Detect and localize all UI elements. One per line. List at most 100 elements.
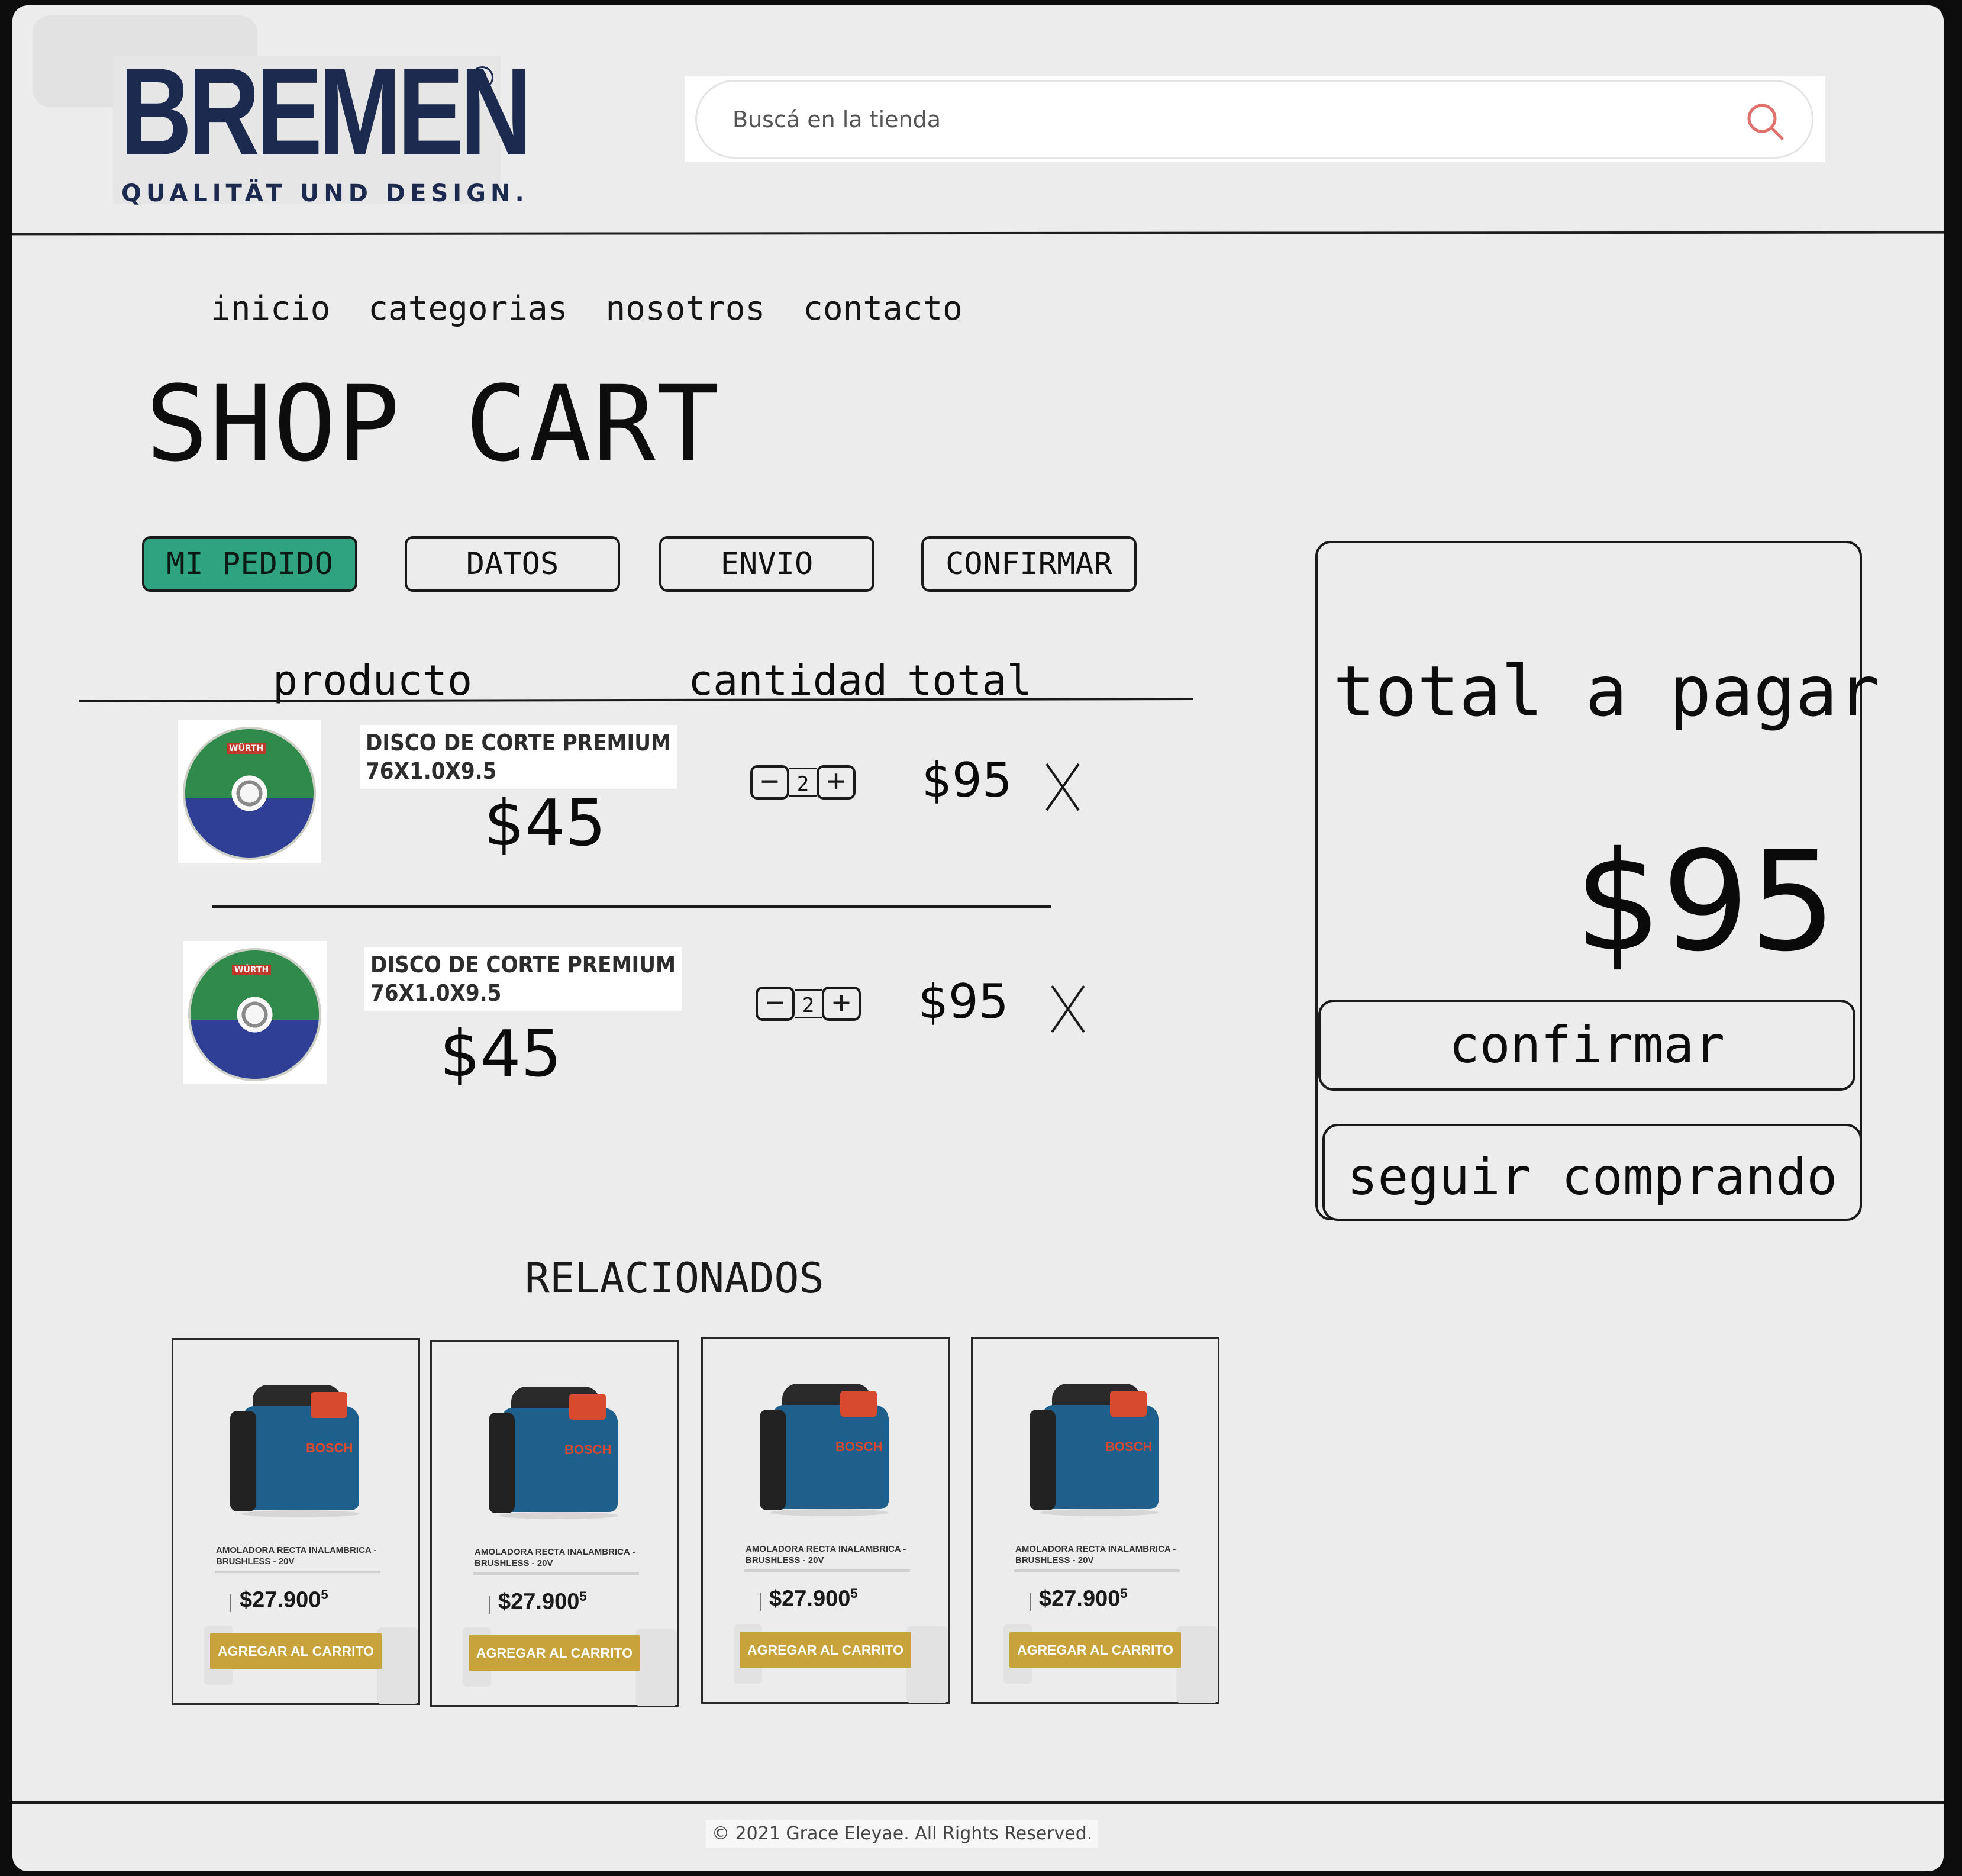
minus-icon: −	[766, 985, 785, 1020]
thumb-brand-label: WÜRTH	[232, 965, 272, 975]
card-price-cents: 5	[579, 1589, 587, 1604]
card-divider	[1014, 1569, 1180, 1572]
card-price-value: $27.900	[498, 1589, 580, 1614]
card-price: $27.9005	[760, 1586, 858, 1612]
product-card: BOSCH AMOLADORA RECTA INALAMBRICA - BRUS…	[172, 1338, 420, 1705]
nav-item-inicio[interactable]: inicio	[211, 289, 330, 328]
add-to-cart-button[interactable]: AGREGAR AL CARRITO	[469, 1635, 640, 1671]
product-name[interactable]: DISCO DE CORTE PREMIUM 76X1.0X9.5	[364, 947, 682, 1011]
card-divider	[215, 1571, 380, 1573]
product-card: BOSCH AMOLADORA RECTA INALAMBRICA - BRUS…	[701, 1337, 950, 1704]
carousel-next-arrow[interactable]	[377, 1627, 418, 1704]
line-total: $95	[922, 753, 1012, 808]
tool-brand-label: BOSCH	[564, 1442, 612, 1457]
step-confirmar[interactable]: CONFIRMAR	[921, 536, 1137, 592]
product-name-line2: 76X1.0X9.5	[366, 758, 497, 784]
card-price-value: $27.900	[1039, 1586, 1121, 1611]
plus-icon: +	[832, 985, 851, 1020]
nav-item-categorias[interactable]: categorias	[368, 289, 567, 328]
card-product-name[interactable]: AMOLADORA RECTA INALAMBRICA - BRUSHLESS …	[746, 1543, 911, 1566]
product-thumbnail[interactable]: WÜRTH	[178, 720, 321, 863]
order-total-amount: $95	[1574, 822, 1837, 982]
product-name-line2: 76X1.0X9.5	[370, 980, 502, 1006]
product-unit-price: $45	[484, 786, 606, 860]
step-envio[interactable]: ENVIO	[659, 536, 874, 592]
cart-row-divider	[212, 905, 1051, 908]
decrement-button[interactable]: −	[750, 765, 789, 800]
column-header-quantity: cantidad	[688, 656, 888, 705]
product-thumbnail[interactable]: WÜRTH	[183, 941, 327, 1084]
product-name[interactable]: DISCO DE CORTE PREMIUM 76X1.0X9.5	[360, 725, 677, 789]
close-icon[interactable]	[1047, 982, 1089, 1036]
quantity-stepper: − 2 +	[756, 987, 861, 1021]
page-title: SHOP CART	[146, 363, 721, 485]
brand-tagline: QUALITÄT UND DESIGN.	[121, 180, 529, 207]
tool-brand-label: BOSCH	[835, 1439, 883, 1454]
card-price: $27.9005	[489, 1589, 587, 1615]
card-product-name[interactable]: AMOLADORA RECTA INALAMBRICA - BRUSHLESS …	[1015, 1543, 1181, 1566]
search-field	[695, 80, 1813, 159]
thumb-brand-label: WÜRTH	[227, 743, 266, 754]
card-product-name[interactable]: AMOLADORA RECTA INALAMBRICA - BRUSHLESS …	[475, 1546, 640, 1569]
quantity-value: 2	[789, 768, 817, 797]
card-price-value: $27.900	[240, 1587, 321, 1613]
carousel-next-arrow[interactable]	[906, 1626, 948, 1703]
product-name-line1: DISCO DE CORTE PREMIUM	[370, 952, 676, 978]
footer-divider	[12, 1801, 1944, 1804]
header-divider	[12, 231, 1944, 236]
card-price-cents: 5	[1120, 1586, 1128, 1601]
footer-copyright: © 2021 Grace Eleyae. All Rights Reserved…	[706, 1820, 1099, 1848]
card-price: $27.9005	[1030, 1586, 1128, 1612]
card-price: $27.9005	[230, 1587, 328, 1613]
nav-item-nosotros[interactable]: nosotros	[605, 289, 765, 328]
increment-button[interactable]: +	[822, 987, 861, 1021]
tool-brand-label: BOSCH	[306, 1440, 353, 1455]
brand-logo[interactable]: BREMEN R QUALITÄT UND DESIGN.	[113, 42, 532, 207]
page: BREMEN R QUALITÄT UND DESIGN. inicio cat…	[12, 5, 1944, 1871]
confirm-button[interactable]: confirmar	[1318, 1000, 1855, 1091]
increment-button[interactable]: +	[817, 765, 856, 800]
registered-mark-icon: R	[471, 66, 493, 89]
cutting-disc-image: WÜRTH	[183, 727, 316, 860]
order-summary-title: total a pagar	[1333, 650, 1880, 732]
card-price-cents: 5	[321, 1587, 328, 1602]
step-mi-pedido[interactable]: MI PEDIDO	[142, 536, 357, 592]
laser-level-image[interactable]: BOSCH	[1021, 1374, 1163, 1516]
plus-icon: +	[827, 763, 846, 799]
related-section-title: RELACIONADOS	[525, 1254, 824, 1303]
quantity-value: 2	[795, 989, 822, 1018]
brand-logo-word: BREMEN	[120, 42, 532, 181]
product-name-line1: DISCO DE CORTE PREMIUM	[366, 730, 672, 756]
decrement-button[interactable]: −	[756, 987, 795, 1021]
tool-brand-label: BOSCH	[1105, 1439, 1153, 1454]
laser-level-image[interactable]: BOSCH	[222, 1375, 364, 1517]
card-divider	[473, 1572, 639, 1575]
laser-level-image[interactable]: BOSCH	[480, 1377, 622, 1519]
add-to-cart-button[interactable]: AGREGAR AL CARRITO	[1009, 1632, 1181, 1668]
line-total: $95	[918, 974, 1009, 1029]
product-card: BOSCH AMOLADORA RECTA INALAMBRICA - BRUS…	[971, 1337, 1219, 1704]
search-input[interactable]	[732, 101, 1679, 138]
laser-level-image[interactable]: BOSCH	[751, 1374, 893, 1516]
quantity-stepper: − 2 +	[750, 765, 856, 800]
close-icon[interactable]	[1042, 760, 1083, 814]
step-datos[interactable]: DATOS	[405, 536, 620, 592]
card-product-name[interactable]: AMOLADORA RECTA INALAMBRICA - BRUSHLESS …	[216, 1545, 382, 1567]
add-to-cart-button[interactable]: AGREGAR AL CARRITO	[740, 1632, 911, 1668]
cutting-disc-image: WÜRTH	[188, 948, 321, 1081]
card-price-value: $27.900	[769, 1586, 851, 1611]
card-price-cents: 5	[850, 1586, 858, 1601]
add-to-cart-button[interactable]: AGREGAR AL CARRITO	[210, 1633, 382, 1669]
main-nav: inicio categorias nosotros contacto	[211, 289, 963, 328]
search-bar	[685, 76, 1825, 162]
carousel-next-arrow[interactable]	[1176, 1626, 1218, 1703]
search-icon[interactable]	[1743, 99, 1786, 142]
column-header-product: producto	[273, 656, 473, 705]
product-card: BOSCH AMOLADORA RECTA INALAMBRICA - BRUS…	[430, 1340, 679, 1707]
carousel-next-arrow[interactable]	[635, 1629, 677, 1706]
nav-item-contacto[interactable]: contacto	[803, 289, 963, 328]
continue-shopping-button[interactable]: seguir comprando	[1322, 1124, 1862, 1221]
minus-icon: −	[760, 763, 779, 799]
card-divider	[744, 1569, 910, 1572]
product-unit-price: $45	[440, 1017, 562, 1091]
